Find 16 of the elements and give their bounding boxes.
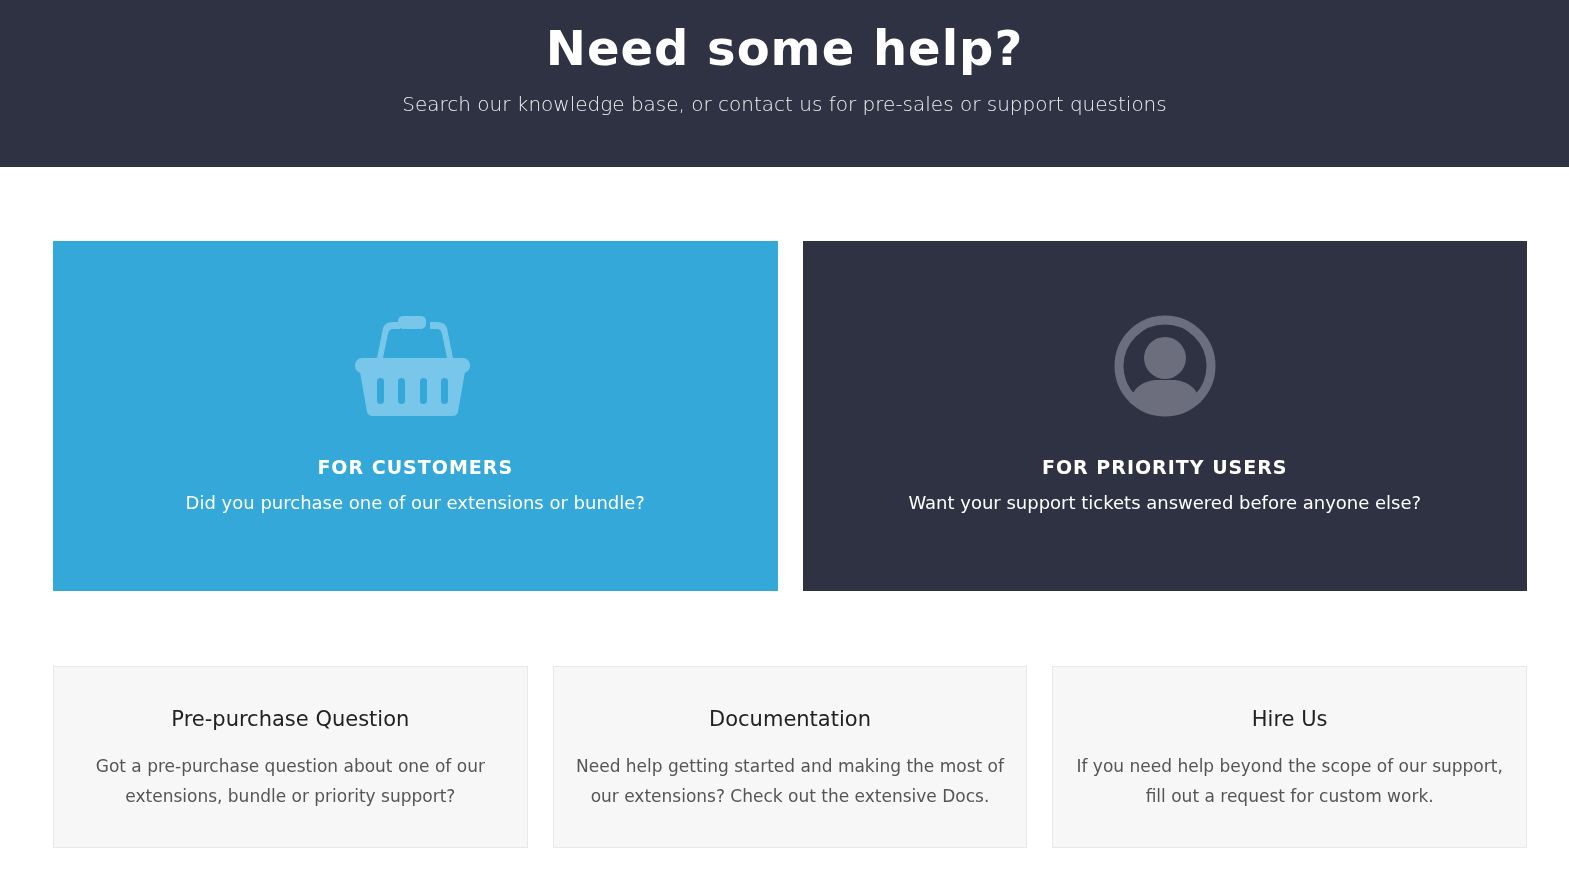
card-text: Want your support tickets answered before anyone else? — [908, 491, 1422, 515]
card-text: Need help getting started and making the most of our extensions? Check out the extensive Docs. — [575, 755, 1005, 808]
card-title: Pre-purchase Question — [171, 706, 410, 733]
info-card[interactable]: Pre-purchase Question Got a pre-purchase question about one of our extensions, bundle or priority support? — [53, 666, 528, 848]
card-title: FOR PRIORITY USERS — [1041, 455, 1288, 480]
card-text: If you need help beyond the scope of our support, fill out a request for custom work. — [1075, 755, 1504, 808]
page-title: Need some help? — [545, 19, 1024, 78]
info-card[interactable]: Documentation Need help getting started and making the most of our extensions? Check out the extensive Docs. — [552, 666, 1028, 848]
page-subtitle: Search our knowledge base, or contact us for pre-sales or support questions — [402, 91, 1167, 118]
card-text: Got a pre-purchase question about one of our extensions, bundle or priority support? — [94, 755, 486, 808]
card-title: Hire Us — [1251, 706, 1328, 733]
audience-card[interactable]: FOR PRIORITY USERS Want your support tickets answered before anyone else? — [802, 241, 1527, 591]
card-title: Documentation — [709, 706, 871, 733]
card-text: Did you purchase one of our extensions or bundle? — [185, 491, 645, 515]
card-title: FOR CUSTOMERS — [317, 455, 514, 480]
info-card[interactable]: Hire Us If you need help beyond the scope of our support, fill out a request for custom work. — [1052, 666, 1527, 848]
